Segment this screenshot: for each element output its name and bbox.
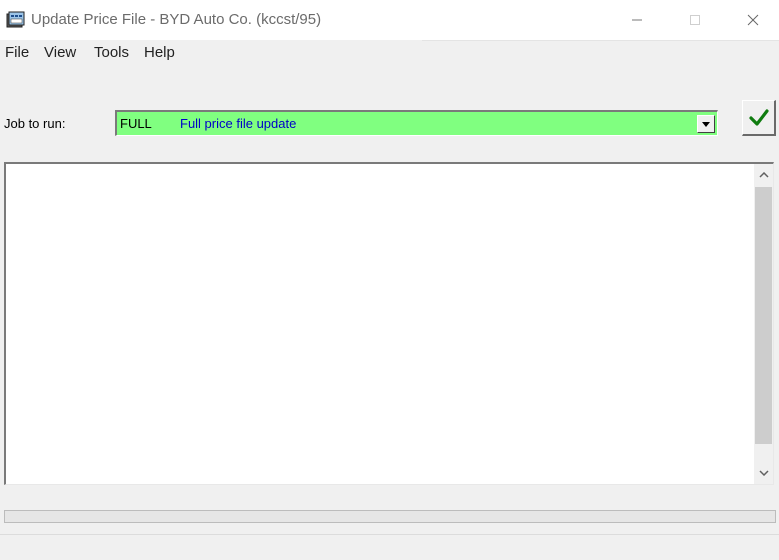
status-divider — [0, 534, 779, 535]
job-code: FULL — [120, 116, 152, 131]
menu-bar: File View Tools Help — [0, 41, 779, 63]
title-bar: Update Price File - BYD Auto Co. (kccst/… — [0, 0, 779, 40]
job-dropdown-button[interactable] — [697, 115, 715, 133]
app-icon — [6, 11, 26, 29]
menu-view[interactable]: View — [44, 44, 76, 61]
window-title: Update Price File - BYD Auto Co. (kccst/… — [31, 11, 322, 28]
dropdown-arrow-icon — [702, 121, 710, 127]
run-job-button[interactable] — [742, 100, 776, 136]
minimize-button[interactable] — [608, 0, 666, 40]
maximize-button[interactable] — [666, 0, 724, 40]
chevron-down-icon — [758, 470, 769, 476]
checkmark-icon — [748, 108, 769, 126]
job-description: Full price file update — [180, 116, 297, 131]
menu-help[interactable]: Help — [144, 44, 175, 61]
scroll-down-button[interactable] — [754, 462, 773, 484]
log-scrollbar[interactable] — [754, 164, 773, 484]
log-output[interactable] — [4, 162, 774, 485]
scroll-up-button[interactable] — [754, 164, 773, 186]
menu-file[interactable]: File — [5, 44, 29, 61]
scroll-thumb[interactable] — [755, 187, 772, 444]
chevron-up-icon — [758, 172, 769, 178]
menu-tools[interactable]: Tools — [94, 44, 129, 61]
job-select[interactable]: FULL Full price file update — [115, 110, 718, 136]
maximize-icon — [690, 15, 700, 25]
job-to-run-label: Job to run: — [4, 116, 66, 131]
minimize-icon — [632, 19, 642, 21]
progress-bar — [4, 510, 776, 523]
close-button[interactable] — [724, 0, 779, 40]
close-icon — [747, 14, 759, 26]
